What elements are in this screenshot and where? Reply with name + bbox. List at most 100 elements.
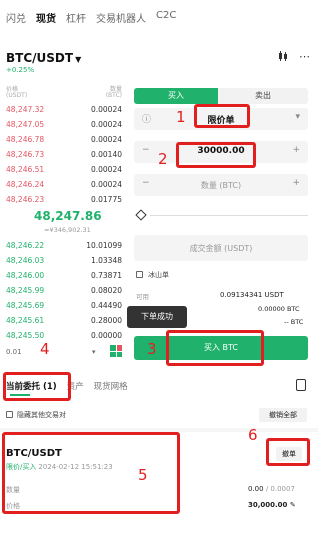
ask-price: 48,246.51 <box>6 164 45 174</box>
ob-header-price-unit: (USDT) <box>6 92 28 99</box>
hide-others-checkbox[interactable] <box>6 411 13 418</box>
pair-name: BTC/USDT <box>6 51 74 65</box>
bid-row[interactable]: 48,246.03 1.03348 <box>4 254 124 266</box>
bid-row[interactable]: 48,246.22 10.01099 <box>4 239 124 251</box>
ask-price: 48,246.23 <box>6 194 45 204</box>
annotation-box-4 <box>3 372 71 401</box>
hide-others-label: 隐藏其他交易对 <box>17 411 66 419</box>
last-price-cny: ≈¥346,902.31 <box>44 226 91 234</box>
total-placeholder: 成交金额 (USDT) <box>189 244 253 253</box>
ask-qty: 0.01775 <box>90 194 122 204</box>
bid-price: 48,245.69 <box>6 300 45 310</box>
top-tabs: 闪兑 现货 杠杆 交易机器人 C2C <box>6 10 176 25</box>
annotation-number-4: 4 <box>40 340 50 358</box>
caret-down-icon[interactable]: ▾ <box>92 348 96 356</box>
available-label: 可用 <box>136 293 149 301</box>
annotation-box-3 <box>166 330 264 366</box>
tab-c2c[interactable]: C2C <box>156 10 176 25</box>
amount-placeholder: 数量 (BTC) <box>200 181 242 190</box>
annotation-number-2: 2 <box>158 150 168 168</box>
last-price[interactable]: 48,247.86 <box>34 209 102 223</box>
iceberg-checkbox[interactable] <box>136 271 143 278</box>
caret-down-icon: ▾ <box>295 112 300 122</box>
annotation-box-1 <box>194 104 250 128</box>
buy-tab[interactable]: 买入 <box>134 88 218 104</box>
ask-row[interactable]: 48,246.23 0.01775 <box>4 193 124 205</box>
available-extra: -- BTC <box>284 318 304 326</box>
bid-qty: 10.01099 <box>86 240 122 250</box>
amount-slider[interactable] <box>150 215 308 216</box>
bid-price: 48,245.61 <box>6 315 45 325</box>
order-price: 30,000.00 <box>248 501 288 509</box>
plus-icon[interactable]: + <box>292 178 300 188</box>
bid-qty: 0.08020 <box>90 285 122 295</box>
bid-row[interactable]: 48,246.00 0.73871 <box>4 269 124 281</box>
ask-row[interactable]: 48,246.51 0.00024 <box>4 163 124 175</box>
depth-selector[interactable]: 0.01 <box>6 348 22 356</box>
bid-qty: 0.00000 <box>90 330 122 340</box>
edit-icon[interactable]: ✎ <box>290 501 296 509</box>
annotation-box-5 <box>2 432 180 514</box>
ask-qty: 0.00024 <box>90 119 122 129</box>
cancel-all-button[interactable]: 撤销全部 <box>259 408 307 422</box>
ask-row[interactable]: 48,246.73 0.00140 <box>4 148 124 160</box>
bid-qty: 0.73871 <box>90 270 122 280</box>
annotation-number-5: 5 <box>138 466 148 484</box>
order-success-toast: 下单成功 <box>127 306 187 328</box>
bid-price: 48,245.99 <box>6 285 45 295</box>
bid-qty: 0.28000 <box>90 315 122 325</box>
total-qty: / 0.0007 <box>263 485 295 493</box>
ask-price: 48,247.05 <box>6 119 45 129</box>
annotation-number-1: 1 <box>176 108 186 126</box>
ask-row[interactable]: 48,246.78 0.00024 <box>4 133 124 145</box>
header-icons: ⋯ <box>277 50 310 65</box>
ask-qty: 0.00024 <box>90 179 122 189</box>
tab-spot-grid[interactable]: 现货网格 <box>94 380 128 392</box>
available-usdt: 0.09134341 USDT <box>220 291 284 299</box>
total-input[interactable]: 成交金额 (USDT) <box>134 235 308 261</box>
bid-row[interactable]: 48,245.61 0.28000 <box>4 314 124 326</box>
tab-trading-bot[interactable]: 交易机器人 <box>96 10 146 25</box>
ask-price: 48,247.32 <box>6 104 45 114</box>
ask-price: 48,246.24 <box>6 179 45 189</box>
ask-qty: 0.00024 <box>90 104 122 114</box>
ask-row[interactable]: 48,247.05 0.00024 <box>4 118 124 130</box>
more-icon[interactable]: ⋯ <box>299 50 310 65</box>
caret-down-icon: ▼ <box>75 55 82 64</box>
slider-handle[interactable] <box>135 209 147 221</box>
tab-flash-swap[interactable]: 闪兑 <box>6 10 26 25</box>
bid-row[interactable]: 48,245.99 0.08020 <box>4 284 124 296</box>
tab-spot[interactable]: 现货 <box>36 10 56 25</box>
bid-qty: 1.03348 <box>90 255 122 265</box>
order-qty-value: 0.00 / 0.0007 <box>248 485 295 493</box>
amount-input[interactable]: − 数量 (BTC) + <box>134 174 308 196</box>
ask-row[interactable]: 48,247.32 0.00024 <box>4 103 124 115</box>
ask-price: 48,246.78 <box>6 134 45 144</box>
bid-price: 48,245.50 <box>6 330 45 340</box>
bid-price: 48,246.00 <box>6 270 45 280</box>
bid-row[interactable]: 48,245.69 0.44490 <box>4 299 124 311</box>
candlestick-icon[interactable] <box>277 50 289 65</box>
ask-price: 48,246.73 <box>6 149 45 159</box>
annotation-number-3: 3 <box>147 340 157 358</box>
order-price-value: 30,000.00 ✎ <box>248 501 296 509</box>
annotation-box-2 <box>176 142 256 168</box>
ask-qty: 0.00140 <box>90 149 122 159</box>
plus-icon[interactable]: + <box>292 145 300 155</box>
iceberg-label: 冰山单 <box>148 271 169 279</box>
sell-tab[interactable]: 卖出 <box>218 88 308 104</box>
ask-row[interactable]: 48,246.24 0.00024 <box>4 178 124 190</box>
orderbook-layout-icon[interactable] <box>110 345 122 357</box>
ask-qty: 0.00024 <box>90 164 122 174</box>
available-btc: 0.00000 BTC <box>258 305 300 313</box>
ob-header-qty-unit: (BTC) <box>105 92 122 99</box>
ask-qty: 0.00024 <box>90 134 122 144</box>
annotation-box-6 <box>266 438 310 466</box>
pair-selector[interactable]: BTC/USDT ▼ <box>6 51 81 65</box>
bid-qty: 0.44490 <box>90 300 122 310</box>
order-history-icon[interactable] <box>296 379 306 391</box>
bid-row[interactable]: 48,245.50 0.00000 <box>4 329 124 341</box>
tab-margin[interactable]: 杠杆 <box>66 10 86 25</box>
bid-price: 48,246.03 <box>6 255 45 265</box>
filled-qty: 0.00 <box>248 485 264 493</box>
